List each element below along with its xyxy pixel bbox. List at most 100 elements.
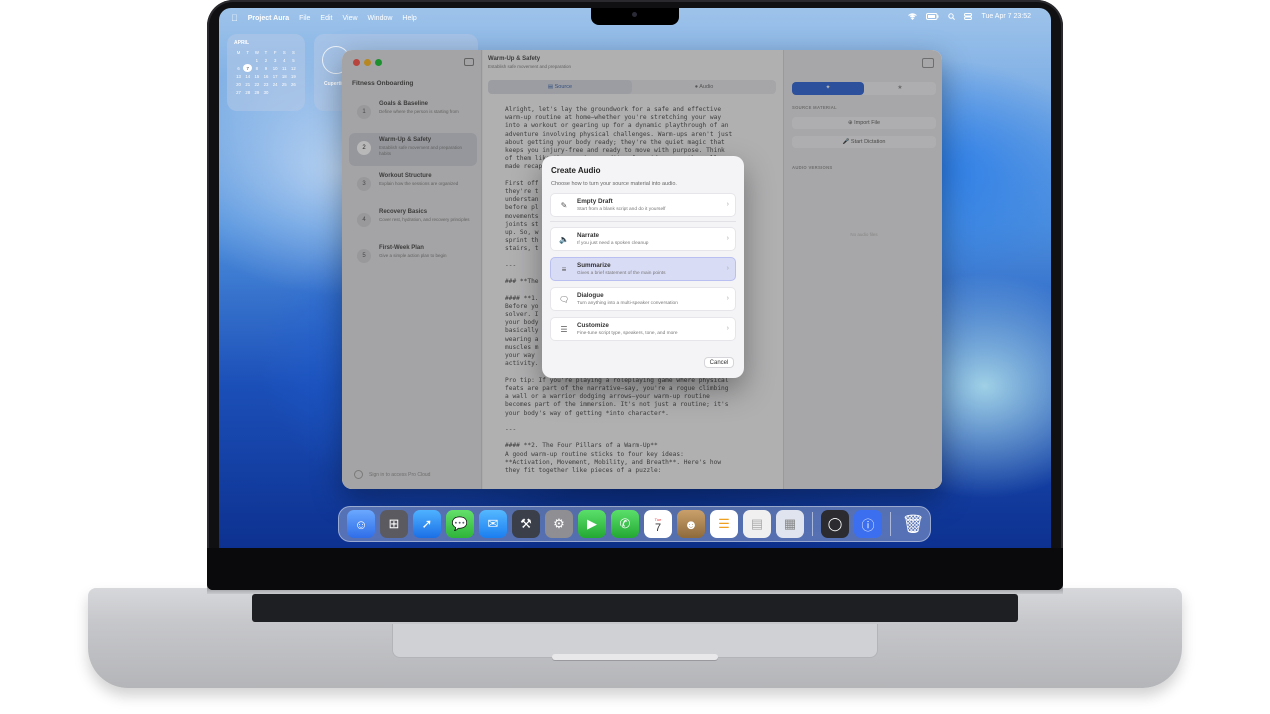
settings-gear-icon[interactable]: ⚙ [545,510,573,538]
camera-dot [632,12,637,17]
chevron-right-icon: › [726,201,729,208]
calendar-day: 6 [237,65,240,71]
reminders-icon[interactable]: ☰ [710,510,738,538]
menu-window[interactable]: Window [368,15,393,22]
system-utility-icon[interactable]: ◯ [821,510,849,538]
calendar-day: 29 [254,89,260,95]
calendar-day: 24 [272,81,278,87]
divider [550,221,736,222]
option-summarize[interactable]: ≡ Summarize Gives a brief statement of t… [550,257,736,281]
calendar-day: 4 [283,57,286,63]
contacts-icon[interactable]: ☻ [677,510,705,538]
calendar-day [243,56,252,64]
menu-help[interactable]: Help [402,15,416,22]
calendar-day: 17 [272,73,278,79]
weekday: F [273,49,277,55]
facetime-icon[interactable]: ▶ [578,510,606,538]
calendar-day: 2 [264,57,268,63]
battery-icon[interactable] [926,13,939,20]
safari-icon[interactable]: ➚ [413,510,441,538]
calendar-day: 22 [254,81,260,87]
option-dialogue[interactable]: 🗨 Dialogue Turn anything into a multi-sp… [550,287,736,311]
calendar-day: 7 [243,64,253,72]
trash-icon[interactable]: 🗑 [899,510,927,538]
weekday: T [264,49,268,55]
option-name: Empty Draft [577,198,613,205]
calendar-day [234,56,243,64]
calendar-day: 23 [263,81,269,87]
info-icon[interactable]: ⓘ [854,510,882,538]
weekday: W [254,49,259,55]
calendar-day: 8 [255,65,259,71]
calendar-icon-num: 7 [654,522,662,534]
speaker-icon: 🔈 [559,235,569,244]
menu-view[interactable]: View [342,15,357,22]
spotlight-search-icon[interactable] [948,13,956,20]
calendar-icon[interactable]: Tue 7 [644,510,672,538]
calendar-day: 30 [263,89,269,95]
option-name: Dialogue [577,292,604,299]
option-desc: If you just need a spoken cleanup [577,241,649,246]
calendar-day: 25 [281,81,287,87]
calendar-day: 20 [236,81,241,87]
calendar-day: 19 [291,73,296,79]
option-customize[interactable]: ☰ Customize Fine-tune script type, speak… [550,317,736,341]
calendar-day: 5 [292,57,295,63]
dialog-title: Create Audio [551,166,601,175]
menu-edit[interactable]: Edit [320,15,332,22]
calendar-day: 18 [281,73,287,79]
calendar-day [271,88,280,96]
calendar-day: 26 [291,81,296,87]
phone-icon[interactable]: ✆ [611,510,639,538]
calendar-day: 3 [273,57,277,63]
option-desc: Gives a brief statement of the main poin… [577,271,666,276]
laptop-chin [207,548,1063,590]
menu-file[interactable]: File [299,15,310,22]
option-narrate[interactable]: 🔈 Narrate If you just need a spoken clea… [550,227,736,251]
chevron-right-icon: › [726,325,729,332]
laptop-keyboard [252,594,1018,622]
dock-separator [890,512,891,536]
option-desc: Start from a blank script and do it your… [577,207,666,212]
option-desc: Fine-tune script type, speakers, tone, a… [577,331,678,336]
calendar-day: 10 [272,65,278,71]
clock-datetime[interactable]: Tue Apr 7 23:52 [981,13,1031,20]
calendar-day: 1 [255,57,259,63]
calculator-icon[interactable]: ⊞ [380,510,408,538]
calendar-day [280,88,289,96]
weekday: M [236,49,241,55]
calendar-month: APRIL [234,40,249,46]
chevron-right-icon: › [726,295,729,302]
weekday: S [291,49,295,55]
control-center-icon[interactable] [964,13,973,20]
option-desc: Turn anything into a multi-speaker conve… [577,301,678,306]
xcode-icon[interactable]: ⚒ [512,510,540,538]
wifi-icon[interactable] [908,13,918,20]
menu-app-name[interactable]: Project Aura [248,15,289,22]
calendar-day: 9 [264,65,268,71]
calendar-day: 28 [245,89,251,95]
calendar-day: 11 [282,65,287,71]
option-name: Customize [577,322,609,329]
desktop:  Project Aura File Edit View Window Hel… [219,8,1051,548]
mail-icon[interactable]: ✉ [479,510,507,538]
project-aura-icon[interactable]: ▦ [776,510,804,538]
chevron-right-icon: › [726,235,729,242]
apple-icon[interactable]:  [231,13,238,23]
device-stage:  Project Aura File Edit View Window Hel… [0,0,1270,714]
status-area: Tue Apr 7 23:52 [908,13,1041,20]
calendar-grid: M T W T F S S 1 2 3 4 5 6 7 8 9 10 11 12 13 14 15 16 17 1… [234,48,298,96]
messages-icon[interactable]: 💬 [446,510,474,538]
notes-icon[interactable]: ▤ [743,510,771,538]
calendar-day: 14 [245,73,251,79]
option-name: Summarize [577,262,611,269]
option-empty-draft[interactable]: ✎ Empty Draft Start from a blank script … [550,193,736,217]
calendar-day: 13 [236,73,241,79]
cancel-button[interactable]: Cancel [704,357,734,368]
sliders-icon: ☰ [560,325,568,334]
calendar-widget[interactable]: APRIL M T W T F S S 1 2 3 4 5 6 7 8 9 10 11 12 13 14 1… [227,34,305,111]
laptop-trackpad [392,624,878,658]
finder-icon[interactable]: ☺ [347,510,375,538]
option-name: Narrate [577,232,600,239]
create-audio-dialog: Create Audio Choose how to turn your sou… [542,156,744,378]
